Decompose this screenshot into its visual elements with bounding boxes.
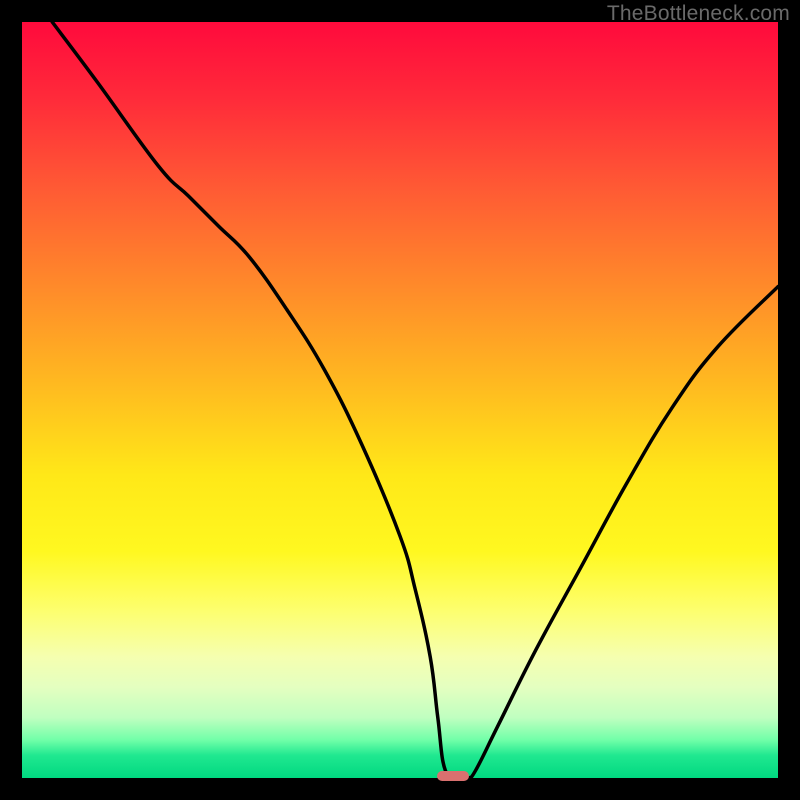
plot-area	[22, 22, 778, 778]
optimal-marker	[437, 771, 469, 781]
chart-frame: TheBottleneck.com	[0, 0, 800, 800]
bottleneck-curve	[22, 22, 778, 778]
